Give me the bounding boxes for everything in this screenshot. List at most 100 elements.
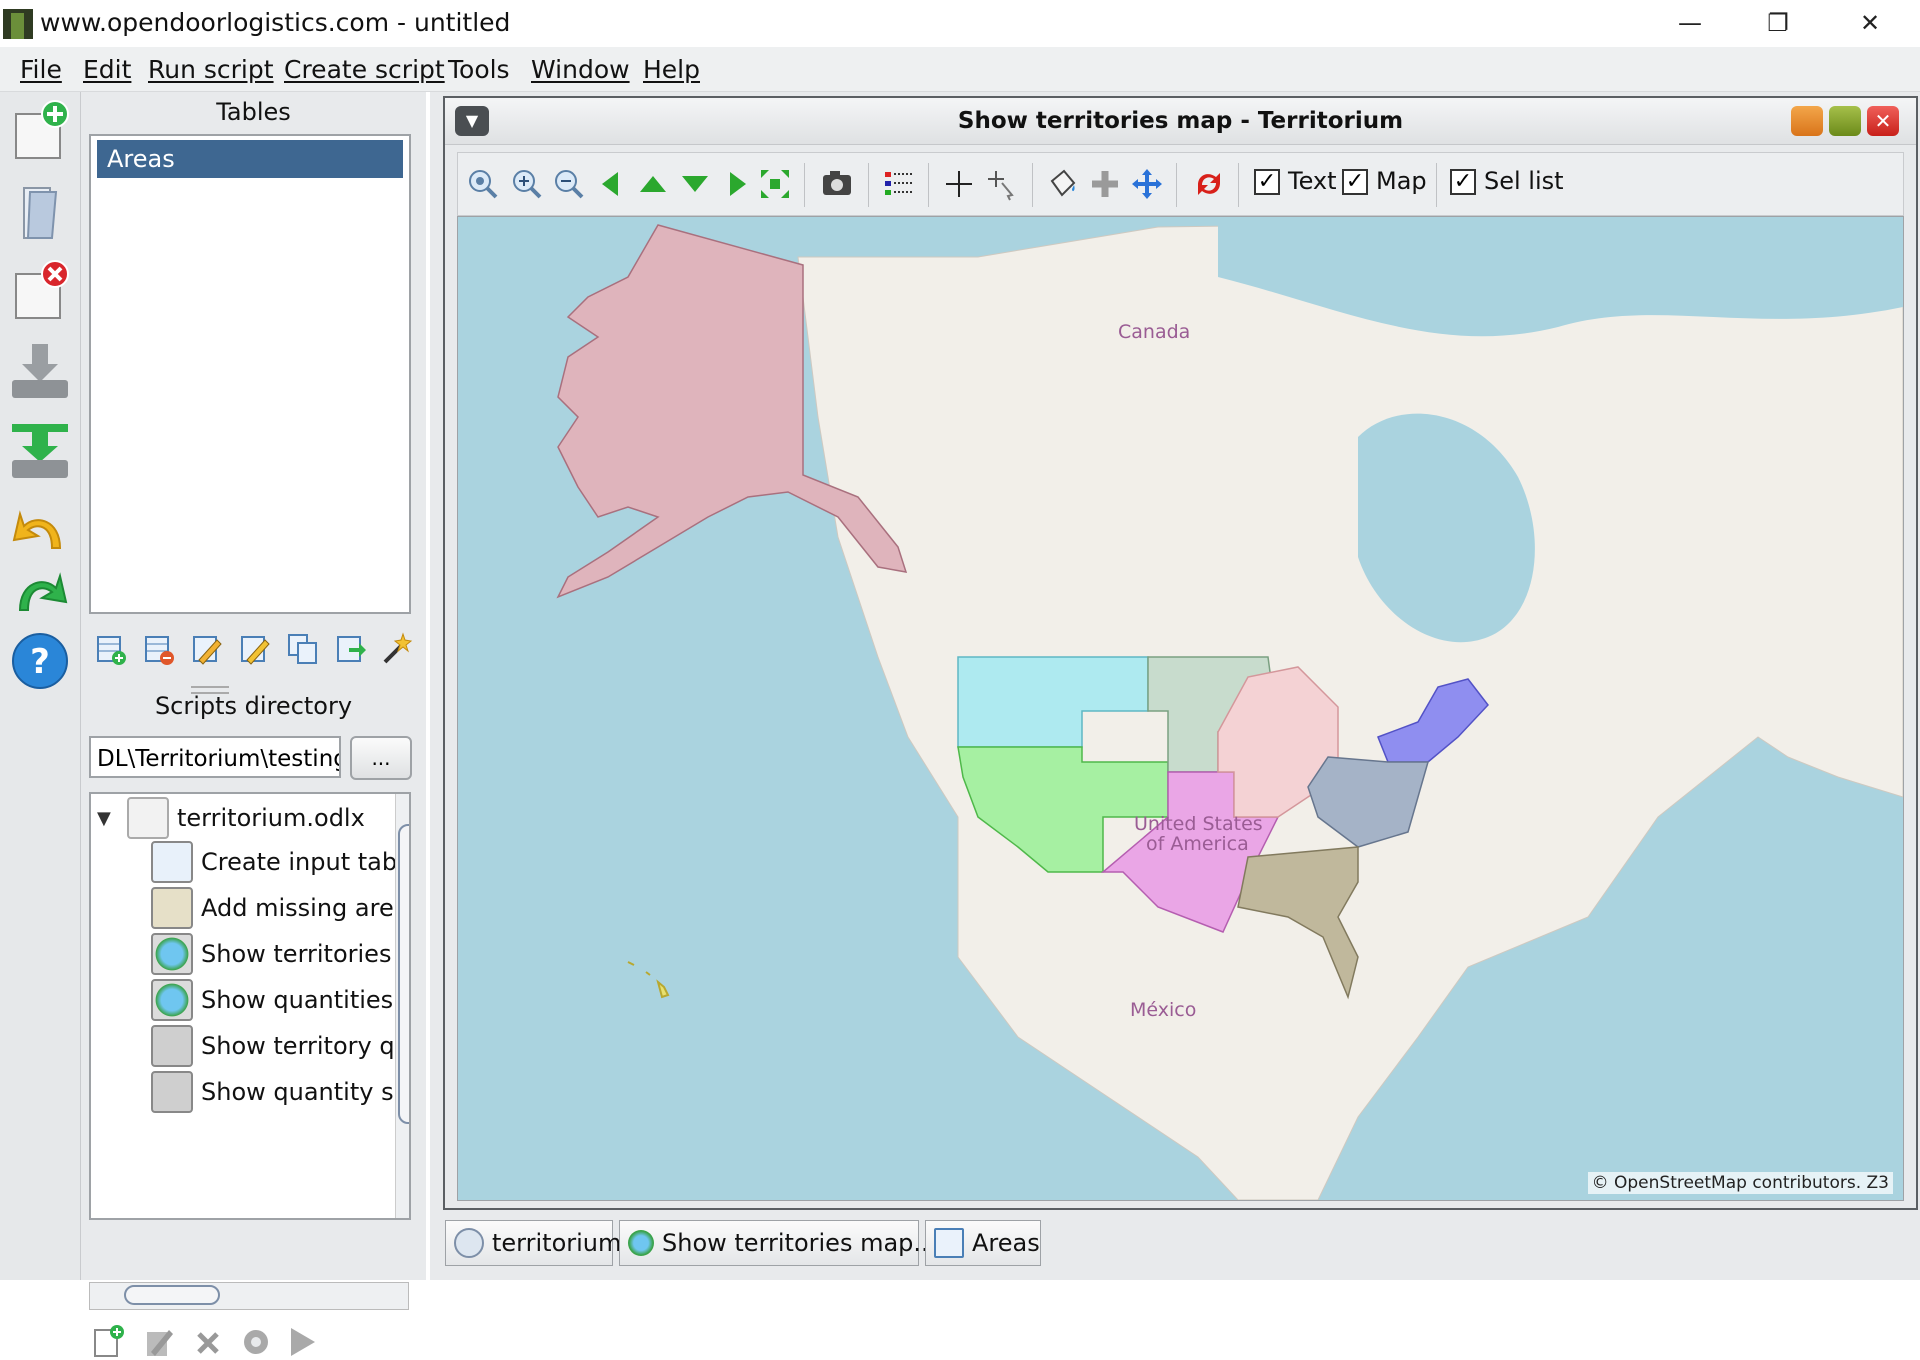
toolbar-separator xyxy=(928,163,929,207)
text-checkbox-label: Text xyxy=(1288,167,1337,195)
undo-icon[interactable] xyxy=(10,500,70,562)
tab-label: Show territories map... xyxy=(662,1229,937,1257)
menu-tools[interactable]: Tools xyxy=(448,55,510,84)
globe-icon xyxy=(151,933,193,975)
tree-item[interactable]: Create input tab xyxy=(151,838,401,886)
tab-territorium[interactable]: territorium xyxy=(445,1220,621,1266)
settings-icon[interactable] xyxy=(239,1324,273,1360)
rename-table-icon[interactable] xyxy=(191,632,223,666)
map-canvas[interactable] xyxy=(458,217,1903,1200)
zoom-in-icon[interactable] xyxy=(510,167,544,201)
menu-file[interactable]: File xyxy=(20,55,62,84)
frame-maximize-button[interactable] xyxy=(1829,106,1861,136)
pan-right-icon[interactable] xyxy=(720,167,754,201)
tree-item[interactable]: Show territory qu xyxy=(151,1022,401,1070)
toolbar-separator xyxy=(1176,163,1177,207)
export-table-icon[interactable] xyxy=(335,632,367,666)
scroll-thumb[interactable] xyxy=(124,1285,220,1305)
move-icon[interactable] xyxy=(1130,167,1164,201)
tab-show-territories-map[interactable]: Show territories map... xyxy=(619,1220,936,1266)
tree-root-label: territorium.odlx xyxy=(177,804,365,832)
select-crosshair-icon[interactable] xyxy=(942,167,976,201)
add-table-icon[interactable] xyxy=(95,632,127,666)
map-view[interactable]: Canada United States of America México ©… xyxy=(457,216,1904,1201)
sel-list-checkbox[interactable]: ✓ xyxy=(1450,169,1476,195)
left-panel: Tables Areas Scripts directory DL\Territ… xyxy=(81,92,426,1357)
tree-item-label: Create input tab xyxy=(201,848,398,876)
frame-minimize-button[interactable] xyxy=(1791,106,1823,136)
tree-horizontal-scrollbar[interactable] xyxy=(89,1282,409,1310)
open-icon[interactable] xyxy=(10,180,70,242)
import-icon[interactable] xyxy=(10,340,70,402)
tree-vertical-scrollbar[interactable] xyxy=(395,794,409,1218)
menu-run-script[interactable]: Run script xyxy=(148,55,274,84)
window-tabs: territorium Show territories map... Area… xyxy=(443,1216,1918,1272)
zoom-out-icon[interactable] xyxy=(552,167,586,201)
fit-extent-icon[interactable] xyxy=(758,167,792,201)
tree-item-label: Add missing are xyxy=(201,894,394,922)
tab-label: Areas xyxy=(972,1229,1040,1257)
tree-item-label: Show territories xyxy=(201,940,392,968)
menu-create-script[interactable]: Create script xyxy=(284,55,445,84)
tree-item[interactable]: Show quantities xyxy=(151,976,401,1024)
scroll-thumb[interactable] xyxy=(398,824,409,1124)
tab-areas[interactable]: Areas xyxy=(925,1220,1041,1266)
app-logo-icon xyxy=(3,9,33,39)
fill-icon[interactable] xyxy=(1046,167,1080,201)
table-item-areas[interactable]: Areas xyxy=(97,140,403,178)
tree-item[interactable]: Show quantity s xyxy=(151,1068,401,1116)
pan-up-icon[interactable] xyxy=(636,167,670,201)
tree-root[interactable]: territorium.odlx xyxy=(127,794,377,842)
toolbar-separator xyxy=(1436,163,1437,207)
legend-icon[interactable] xyxy=(882,167,916,201)
edit-table-icon[interactable] xyxy=(239,632,271,666)
browse-button[interactable]: ... xyxy=(350,736,412,780)
frame-title-bar: ▼ Show territories map - Territorium ✕ xyxy=(445,98,1916,145)
tab-label: territorium xyxy=(492,1229,622,1257)
scripts-directory-field[interactable]: DL\Territorium\testing xyxy=(89,736,341,778)
table-icon xyxy=(151,841,193,883)
help-icon[interactable]: ? xyxy=(10,630,70,692)
label-usa-line1: United States xyxy=(1134,813,1263,835)
label-usa-line2: of America xyxy=(1146,833,1249,855)
menu-edit[interactable]: Edit xyxy=(83,55,131,84)
minimize-button[interactable]: — xyxy=(1644,0,1736,46)
tree-expander[interactable]: ▼ xyxy=(97,808,111,829)
delete-script-icon[interactable] xyxy=(191,1324,225,1360)
new-datastore-icon[interactable] xyxy=(10,100,70,162)
map-checkbox[interactable]: ✓ xyxy=(1342,169,1368,195)
frame-close-button[interactable]: ✕ xyxy=(1867,106,1899,136)
tables-header: Tables xyxy=(216,98,291,126)
map-toolbar: ✓ Text ✓ Map ✓ Sel list xyxy=(457,152,1904,216)
export-icon[interactable] xyxy=(10,420,70,482)
pan-left-icon[interactable] xyxy=(594,167,628,201)
close-datastore-icon[interactable] xyxy=(10,260,70,322)
pan-down-icon[interactable] xyxy=(678,167,712,201)
restore-button[interactable]: ❐ xyxy=(1732,0,1824,46)
select-rectangle-icon[interactable] xyxy=(986,167,1020,201)
map-attribution: © OpenStreetMap contributors. Z3 xyxy=(1587,1172,1893,1194)
add-point-icon[interactable] xyxy=(1088,167,1122,201)
refresh-icon[interactable] xyxy=(1192,167,1226,201)
menu-help[interactable]: Help xyxy=(643,55,700,84)
toolbar-separator xyxy=(868,163,869,207)
edit-script-icon[interactable] xyxy=(141,1324,175,1360)
tree-item[interactable]: Show territories xyxy=(151,930,401,978)
zoom-all-icon[interactable] xyxy=(466,167,500,201)
tree-item[interactable]: Add missing are xyxy=(151,884,401,932)
title-bar: www.opendoorlogistics.com - untitled — ❐… xyxy=(0,0,1920,46)
scripts-header: Scripts directory xyxy=(154,692,353,720)
label-mexico: México xyxy=(1130,999,1197,1021)
globe-icon xyxy=(628,1230,654,1256)
wizard-icon[interactable] xyxy=(381,632,413,666)
redo-icon[interactable] xyxy=(10,562,70,624)
copy-table-icon[interactable] xyxy=(287,632,319,666)
text-checkbox[interactable]: ✓ xyxy=(1254,169,1280,195)
menu-window[interactable]: Window xyxy=(531,55,630,84)
delete-table-icon[interactable] xyxy=(143,632,175,666)
new-script-icon[interactable] xyxy=(91,1324,125,1360)
close-button[interactable]: ✕ xyxy=(1824,0,1916,46)
run-icon[interactable] xyxy=(285,1324,319,1360)
globe-icon xyxy=(151,979,193,1021)
screenshot-icon[interactable] xyxy=(820,167,854,201)
